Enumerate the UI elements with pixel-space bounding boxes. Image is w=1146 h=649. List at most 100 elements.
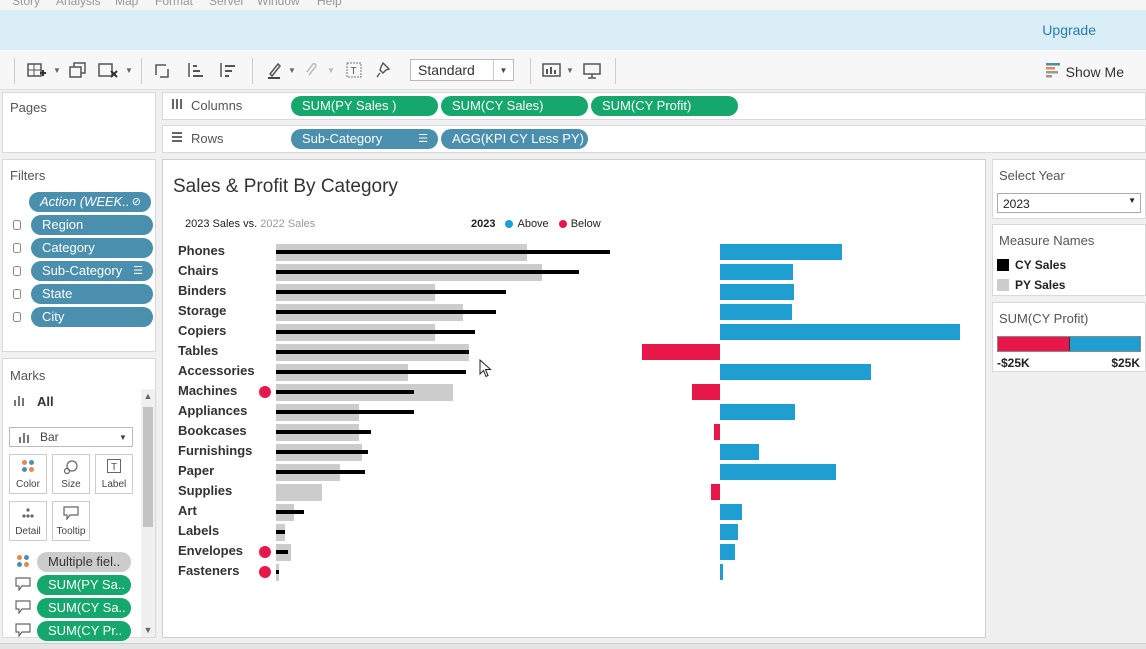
filter-action-week[interactable]: Action (WEEK.. ⊘ <box>29 192 151 212</box>
column-pill-cy-profit[interactable]: SUM(CY Profit) <box>591 96 738 116</box>
field-pill[interactable]: SUM(CY Pr.. <box>37 621 131 641</box>
rows-shelf[interactable]: Rows Sub-Category ☰ AGG(KPI CY Less PY) <box>162 125 1146 153</box>
year-dropdown[interactable]: 2023 ▼ <box>997 193 1141 213</box>
filter-pill[interactable]: State <box>31 284 153 304</box>
field-pill[interactable]: Multiple fiel.. <box>37 552 131 572</box>
upgrade-link[interactable]: Upgrade <box>1042 22 1096 38</box>
row-pill-sub-category[interactable]: Sub-Category ☰ <box>291 129 438 149</box>
mark-type-select[interactable]: Bar ▼ <box>9 427 133 447</box>
cy-sales-bar[interactable] <box>276 550 289 554</box>
color-card[interactable]: Color <box>9 454 47 494</box>
filter-pill[interactable]: Region <box>31 215 153 235</box>
cy-sales-bar[interactable] <box>276 530 286 534</box>
chevron-down-icon[interactable]: ▼ <box>566 66 574 75</box>
columns-shelf[interactable]: Columns SUM(PY Sales ) SUM(CY Sales) SUM… <box>162 92 1146 120</box>
cy-profit-bar[interactable] <box>720 304 792 320</box>
scrollbar-thumb[interactable] <box>143 407 153 527</box>
mark-field-color[interactable]: Multiple fiel.. <box>15 552 131 572</box>
mark-field-cy-sales[interactable]: SUM(CY Sa.. <box>15 598 131 618</box>
filter-pill[interactable]: City <box>31 307 153 327</box>
cy-sales-bar[interactable] <box>276 510 304 514</box>
cy-sales-bar[interactable] <box>276 570 280 574</box>
cy-profit-bar[interactable] <box>720 444 760 460</box>
column-pill-cy-sales[interactable]: SUM(CY Sales) <box>441 96 588 116</box>
cy-sales-bar[interactable] <box>276 470 365 474</box>
field-pill[interactable]: SUM(CY Sa.. <box>37 598 131 618</box>
cy-sales-bar[interactable] <box>276 350 469 354</box>
tooltip-card[interactable]: Tooltip <box>52 501 90 541</box>
filters-shelf[interactable]: Filters Action (WEEK.. ⊘ Region Category … <box>2 159 156 352</box>
row-pill-kpi[interactable]: AGG(KPI CY Less PY) <box>441 129 588 149</box>
column-pill-py-sales[interactable]: SUM(PY Sales ) <box>291 96 438 116</box>
pin-icon[interactable] <box>372 60 394 80</box>
cy-profit-bar[interactable] <box>720 464 836 480</box>
cy-profit-bar[interactable] <box>691 384 720 400</box>
cy-profit-bar[interactable] <box>720 264 794 280</box>
size-card[interactable]: Size <box>52 454 90 494</box>
presentation-mode-icon[interactable] <box>581 60 603 80</box>
menu-map[interactable]: Map <box>115 0 138 8</box>
cy-sales-bar[interactable] <box>276 450 368 454</box>
field-pill[interactable]: SUM(PY Sa.. <box>37 575 131 595</box>
marks-scrollbar[interactable]: ▲ ▼ <box>141 389 155 637</box>
cy-sales-bar[interactable] <box>276 330 475 334</box>
mark-field-py-sales[interactable]: SUM(PY Sa.. <box>15 575 131 595</box>
cy-profit-bar[interactable] <box>720 324 960 340</box>
highlight-pen-icon[interactable] <box>263 60 285 80</box>
chevron-down-icon[interactable]: ▼ <box>125 66 133 75</box>
swap-rows-columns-icon[interactable] <box>151 60 173 80</box>
filter-sub-category[interactable]: Sub-Category ☰ <box>13 261 153 281</box>
cy-profit-bar[interactable] <box>714 424 720 440</box>
filter-pill[interactable]: Category <box>31 238 153 258</box>
label-card[interactable]: T Label <box>95 454 133 494</box>
duplicate-sheet-icon[interactable] <box>66 60 88 80</box>
menu-help[interactable]: Help <box>317 0 342 8</box>
viz-canvas[interactable]: Sales & Profit By Category 2023 Sales vs… <box>162 159 986 638</box>
cy-sales-bar[interactable] <box>276 430 371 434</box>
clear-sheet-icon[interactable] <box>97 60 119 80</box>
fit-select[interactable]: Standard ▼ <box>410 59 514 81</box>
cy-profit-bar[interactable] <box>720 364 871 380</box>
filter-pill[interactable]: Sub-Category ☰ <box>31 261 153 281</box>
marks-all-tab[interactable]: All <box>13 394 54 409</box>
menu-window[interactable]: Window <box>257 0 300 8</box>
cy-profit-bar[interactable] <box>720 284 795 300</box>
new-worksheet-icon[interactable] <box>25 60 47 80</box>
cy-profit-bar[interactable] <box>641 344 720 360</box>
cy-profit-bar[interactable] <box>720 564 723 580</box>
text-label-icon[interactable]: T <box>343 60 365 80</box>
cy-sales-bar[interactable] <box>276 310 497 314</box>
menu-story[interactable]: Story <box>12 0 40 8</box>
cy-profit-bar[interactable] <box>720 244 843 260</box>
cy-sales-bar[interactable] <box>276 390 414 394</box>
cy-sales-bar[interactable] <box>276 250 610 254</box>
menu-format[interactable]: Format <box>155 0 193 8</box>
chevron-down-icon[interactable]: ▼ <box>53 66 61 75</box>
cy-sales-bar[interactable] <box>276 410 414 414</box>
cy-profit-bar[interactable] <box>720 544 735 560</box>
py-sales-bar[interactable] <box>276 484 322 501</box>
filter-region[interactable]: Region <box>13 215 153 235</box>
legend-item-cy-sales[interactable]: CY Sales <box>997 256 1145 274</box>
filter-pill[interactable]: Action (WEEK.. ⊘ <box>29 192 151 212</box>
menu-analysis[interactable]: Analysis <box>56 0 101 8</box>
filter-category[interactable]: Category <box>13 238 153 258</box>
chevron-up-icon[interactable]: ▲ <box>141 391 155 401</box>
chevron-down-icon[interactable]: ▼ <box>141 625 155 635</box>
cy-sales-bar[interactable] <box>276 270 579 274</box>
filter-city[interactable]: City <box>13 307 153 327</box>
cy-profit-bar[interactable] <box>720 524 738 540</box>
chevron-down-icon[interactable]: ▼ <box>288 66 296 75</box>
show-cards-icon[interactable] <box>541 60 563 80</box>
pages-shelf[interactable]: Pages <box>2 92 156 153</box>
cy-sales-bar[interactable] <box>276 290 506 294</box>
sort-ascending-icon[interactable] <box>184 60 206 80</box>
sort-descending-icon[interactable] <box>216 60 238 80</box>
show-me-button[interactable]: Show Me <box>1045 62 1124 81</box>
menu-server[interactable]: Server <box>209 0 244 8</box>
cy-sales-bar[interactable] <box>276 370 466 374</box>
cy-profit-bar[interactable] <box>720 404 796 420</box>
detail-card[interactable]: Detail <box>9 501 47 541</box>
legend-item-py-sales[interactable]: PY Sales <box>997 276 1145 294</box>
cy-profit-bar[interactable] <box>720 504 742 520</box>
